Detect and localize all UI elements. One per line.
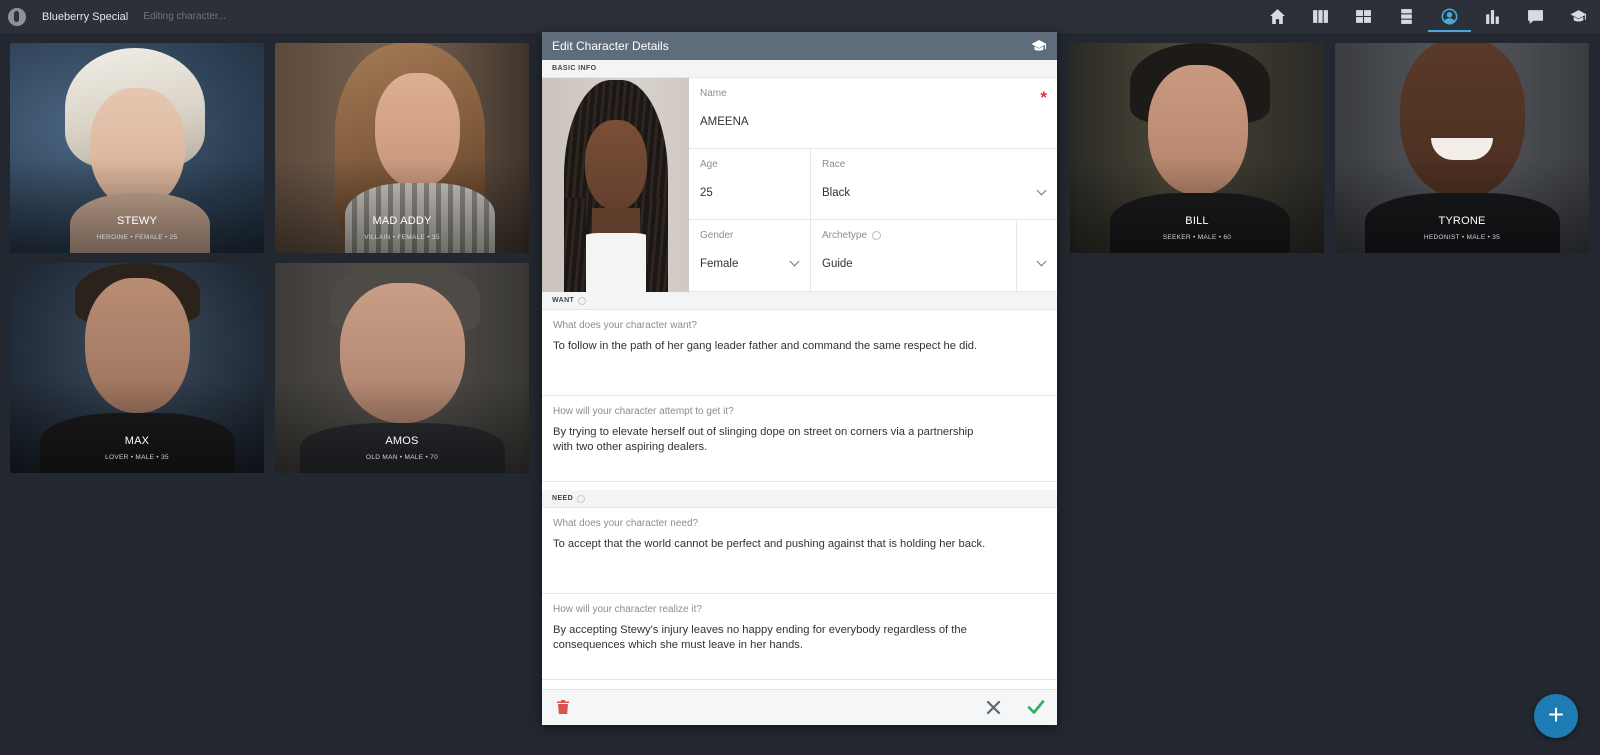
dialog-title: Edit Character Details — [552, 39, 669, 53]
character-card-bill[interactable]: BILL SEEKER • MALE • 60 — [1070, 43, 1324, 253]
archetype-select[interactable]: Archetype Guide — [811, 220, 1017, 291]
nav-stats[interactable] — [1471, 0, 1514, 33]
character-meta: OLD MAN • MALE • 70 — [365, 454, 439, 461]
textarea-label: How will your character realize it? — [553, 604, 702, 615]
race-select[interactable]: Race Black — [811, 149, 1057, 219]
race-value: Black — [822, 187, 851, 199]
project-title[interactable]: Blueberry Special — [42, 11, 128, 23]
archetype-dropdown-toggle[interactable] — [1017, 220, 1057, 291]
need-realization-textarea[interactable]: How will your character realize it? By a… — [542, 594, 1057, 680]
character-name: AMOS — [385, 435, 419, 447]
character-name: TYRONE — [1438, 215, 1486, 227]
gender-value: Female — [700, 258, 739, 270]
graduation-cap-icon — [1570, 10, 1587, 22]
close-icon[interactable] — [986, 700, 1001, 715]
section-basic-info: BASIC INFO — [542, 60, 1057, 78]
character-card-amos[interactable]: AMOS OLD MAN • MALE • 70 — [275, 263, 529, 473]
basic-info-section: Name AMEENA * Age 25 Race Black Gender F… — [542, 78, 1057, 292]
nav-home[interactable] — [1256, 0, 1299, 33]
field-label: Age — [700, 159, 718, 170]
age-field[interactable]: Age 25 — [689, 149, 811, 219]
nav-columns[interactable] — [1299, 0, 1342, 33]
plus-icon: + — [1547, 699, 1565, 730]
archetype-value: Guide — [822, 258, 853, 270]
character-name: MAX — [124, 435, 150, 447]
character-portrait[interactable] — [542, 78, 689, 292]
character-name: MAD ADDY — [372, 215, 432, 227]
app-logo-icon[interactable] — [8, 7, 26, 26]
character-meta: VILLAIN • FEMALE • 35 — [364, 234, 440, 241]
trash-icon[interactable] — [557, 700, 569, 714]
required-indicator: * — [1040, 88, 1047, 107]
field-label: Race — [822, 159, 846, 170]
info-icon[interactable] — [577, 494, 586, 503]
nav-learn[interactable] — [1557, 0, 1600, 33]
nav-chat[interactable] — [1514, 0, 1557, 33]
character-meta: SEEKER • MALE • 60 — [1162, 234, 1232, 241]
info-icon[interactable] — [578, 296, 587, 305]
rows-icon — [1401, 9, 1412, 24]
graduation-cap-icon[interactable] — [1031, 38, 1047, 54]
textarea-value[interactable]: By accepting Stewy's injury leaves no ha… — [553, 623, 993, 653]
name-input[interactable]: AMEENA — [700, 116, 1046, 128]
nav-rows[interactable] — [1385, 0, 1428, 33]
info-icon[interactable] — [872, 231, 882, 240]
textarea-value[interactable]: To accept that the world cannot be perfe… — [553, 537, 993, 552]
name-field[interactable]: Name AMEENA * — [689, 78, 1057, 148]
chevron-down-icon — [1036, 256, 1047, 267]
character-meta: HEDONIST • MALE • 35 — [1423, 234, 1501, 241]
want-textarea[interactable]: What does your character want? To follow… — [542, 310, 1057, 396]
character-card-stewy[interactable]: STEWY HEROINE • FEMALE • 25 — [10, 43, 264, 253]
checkmark-icon[interactable] — [1027, 699, 1045, 715]
section-label: NEED — [552, 495, 574, 502]
bar-chart-icon — [1486, 10, 1499, 24]
status-text: Editing character... — [143, 11, 227, 22]
user-icon — [1441, 8, 1458, 25]
dialog-header: Edit Character Details — [542, 32, 1057, 60]
textarea-label: How will your character attempt to get i… — [553, 406, 734, 417]
textarea-value[interactable]: To follow in the path of her gang leader… — [553, 339, 993, 354]
character-card-tyrone[interactable]: TYRONE HEDONIST • MALE • 35 — [1335, 43, 1589, 253]
gender-select[interactable]: Gender Female — [689, 220, 811, 291]
columns-icon — [1313, 10, 1328, 23]
want-approach-textarea[interactable]: How will your character attempt to get i… — [542, 396, 1057, 482]
nav-grid[interactable] — [1342, 0, 1385, 33]
grid-icon — [1356, 10, 1371, 23]
character-meta: HEROINE • FEMALE • 25 — [96, 234, 178, 241]
textarea-label: What does your character need? — [553, 518, 699, 529]
character-card-mad-addy[interactable]: MAD ADDY VILLAIN • FEMALE • 35 — [275, 43, 529, 253]
add-character-button[interactable]: + — [1534, 694, 1578, 738]
section-label: BASIC INFO — [552, 65, 597, 72]
character-card-max[interactable]: MAX LOVER • MALE • 35 — [10, 263, 264, 473]
chat-icon — [1528, 10, 1543, 24]
section-want: WANT — [542, 292, 1057, 310]
field-label: Archetype — [822, 230, 1005, 241]
age-input[interactable]: 25 — [700, 187, 799, 199]
edit-character-dialog: Edit Character Details BASIC INFO Name A… — [542, 32, 1057, 725]
basic-fields: Name AMEENA * Age 25 Race Black Gender F… — [689, 78, 1057, 291]
home-icon — [1270, 9, 1285, 24]
field-label: Gender — [700, 230, 734, 241]
section-need: NEED — [542, 490, 1057, 508]
textarea-label: What does your character want? — [553, 320, 697, 331]
character-name: BILL — [1185, 215, 1209, 227]
section-label: WANT — [552, 297, 575, 304]
need-textarea[interactable]: What does your character need? To accept… — [542, 508, 1057, 594]
top-bar: Blueberry Special Editing character... — [0, 0, 1600, 33]
nav-characters[interactable] — [1428, 0, 1471, 33]
archetype-label: Archetype — [822, 230, 868, 241]
main-nav — [1256, 0, 1600, 33]
dialog-footer — [542, 689, 1057, 725]
field-label: Name — [700, 88, 727, 99]
character-meta: LOVER • MALE • 35 — [105, 454, 169, 461]
textarea-value[interactable]: By trying to elevate herself out of slin… — [553, 425, 993, 455]
character-name: STEWY — [116, 215, 158, 227]
